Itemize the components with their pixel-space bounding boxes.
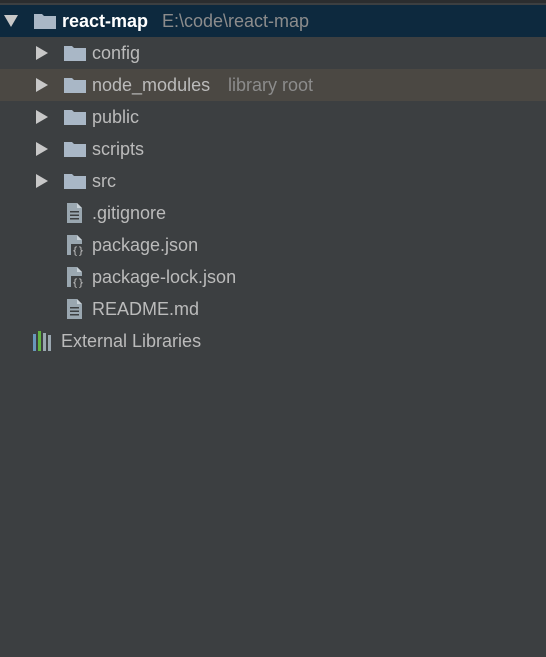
project-tree-panel: react-map E:\code\react-map config node_… — [0, 0, 546, 657]
tree-file-gitignore[interactable]: .gitignore — [0, 197, 546, 229]
svg-text:{}: {} — [72, 278, 84, 288]
tree-external-libraries[interactable]: External Libraries — [0, 325, 546, 357]
tree-folder-public[interactable]: public — [0, 101, 546, 133]
svg-text:{}: {} — [72, 246, 84, 256]
file-name: .gitignore — [92, 202, 167, 223]
file-name: README.md — [92, 298, 200, 319]
folder-icon — [64, 174, 86, 189]
root-folder-name: react-map — [62, 10, 149, 31]
tree-folder-node-modules[interactable]: node_modules library root — [0, 69, 546, 101]
file-name: package-lock.json — [92, 266, 237, 287]
root-folder-path: E:\code\react-map — [162, 10, 310, 31]
tree-file-readme[interactable]: README.md — [0, 293, 546, 325]
text-file-icon — [67, 299, 82, 319]
tree-folder-config[interactable]: config — [0, 37, 546, 69]
collapse-arrow-icon[interactable] — [4, 15, 18, 27]
tree-file-package-json[interactable]: {} package.json — [0, 229, 546, 261]
expand-arrow-icon[interactable] — [36, 110, 48, 124]
folder-icon — [64, 46, 86, 61]
expand-arrow-icon[interactable] — [36, 46, 48, 60]
file-name: package.json — [92, 234, 199, 255]
expand-arrow-icon[interactable] — [36, 78, 48, 92]
text-file-icon — [67, 203, 82, 223]
expand-arrow-icon[interactable] — [36, 142, 48, 156]
json-file-icon: {} — [67, 235, 85, 256]
expand-arrow-icon[interactable] — [36, 174, 48, 188]
external-libraries-label: External Libraries — [61, 330, 202, 351]
folder-name: src — [92, 170, 116, 191]
tree-root-row[interactable]: react-map E:\code\react-map — [0, 5, 546, 37]
panel-top-border — [0, 0, 546, 3]
tree-file-package-lock-json[interactable]: {} package-lock.json — [0, 261, 546, 293]
json-file-icon: {} — [67, 267, 85, 288]
folder-icon — [64, 78, 86, 93]
folder-icon — [64, 110, 86, 125]
folder-icon — [64, 142, 86, 157]
folder-name: public — [92, 106, 140, 127]
libraries-icon — [33, 331, 51, 351]
tree-folder-src[interactable]: src — [0, 165, 546, 197]
folder-icon — [34, 14, 56, 29]
folder-name: node_modules — [92, 74, 211, 95]
library-root-hint: library root — [228, 74, 314, 95]
folder-name: scripts — [92, 138, 145, 159]
tree-folder-scripts[interactable]: scripts — [0, 133, 546, 165]
folder-name: config — [92, 42, 141, 63]
